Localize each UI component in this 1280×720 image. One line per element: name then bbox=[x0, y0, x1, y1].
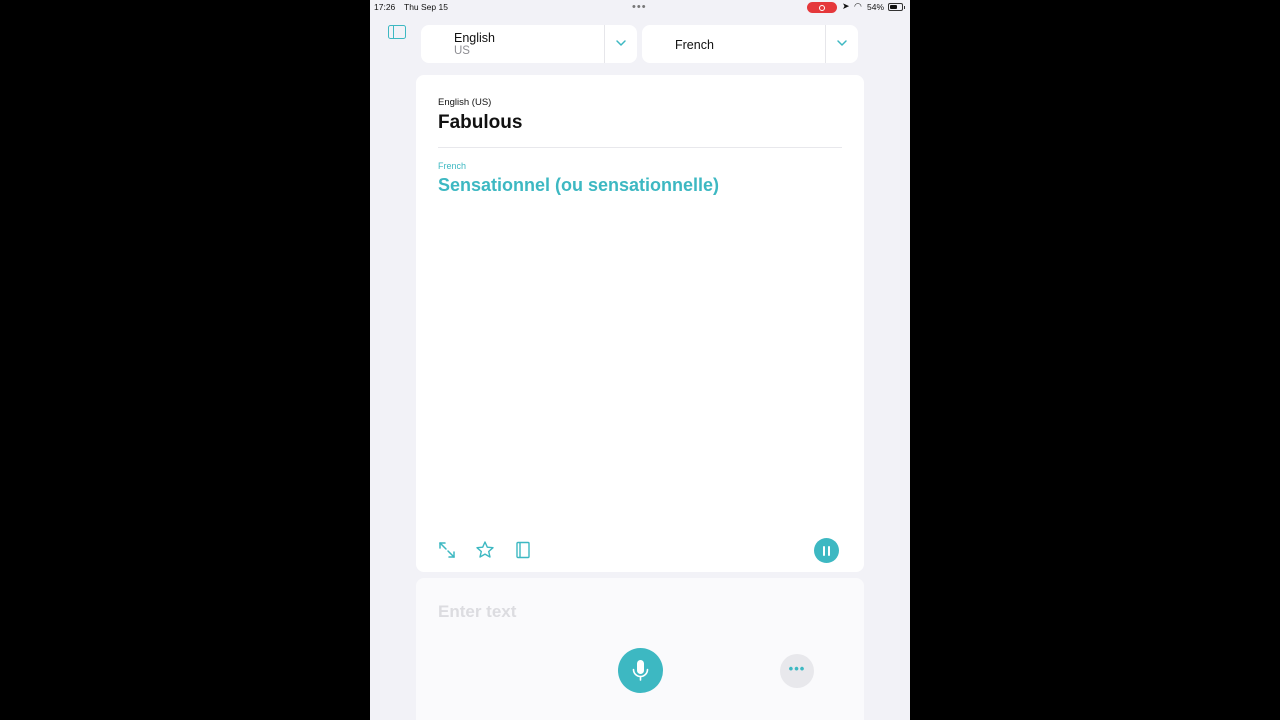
multitasking-dots-icon[interactable]: ••• bbox=[632, 2, 647, 13]
target-language-selector[interactable]: French bbox=[642, 25, 858, 63]
more-icon: ••• bbox=[788, 661, 806, 676]
translated-text-label: French bbox=[438, 161, 467, 171]
translation-card: English (US) Fabulous French Sensationne… bbox=[416, 75, 864, 572]
pause-button[interactable] bbox=[814, 538, 839, 563]
status-date: Thu Sep 15 bbox=[404, 2, 448, 12]
battery-percent: 54% bbox=[867, 2, 885, 12]
status-time: 17:26 bbox=[374, 2, 396, 12]
battery-icon bbox=[888, 3, 905, 11]
sidebar-toggle-icon[interactable] bbox=[388, 25, 406, 39]
chevron-down-icon[interactable] bbox=[836, 37, 848, 49]
app-window: 17:26 Thu Sep 15 ••• ➤ ◠ 54% English US … bbox=[370, 0, 910, 720]
screen-recording-icon bbox=[807, 2, 837, 13]
input-area[interactable]: Enter text ••• bbox=[416, 578, 864, 720]
source-language-name: English bbox=[454, 31, 495, 45]
source-language-selector[interactable]: English US bbox=[421, 25, 637, 63]
source-text: Fabulous bbox=[438, 112, 523, 133]
more-button[interactable]: ••• bbox=[780, 654, 814, 688]
divider bbox=[438, 147, 842, 148]
expand-icon[interactable] bbox=[437, 540, 457, 560]
selector-divider bbox=[825, 25, 826, 63]
selector-divider bbox=[604, 25, 605, 63]
microphone-button[interactable] bbox=[618, 648, 663, 693]
star-icon[interactable] bbox=[475, 540, 495, 560]
source-language-region: US bbox=[454, 45, 470, 57]
microphone-icon bbox=[632, 660, 649, 681]
book-icon[interactable] bbox=[513, 540, 533, 560]
wifi-icon: ◠ bbox=[854, 1, 862, 11]
translated-text: Sensationnel (ou sensationnelle) bbox=[438, 175, 720, 195]
chevron-down-icon[interactable] bbox=[615, 37, 627, 49]
status-bar: 17:26 Thu Sep 15 ••• ➤ ◠ 54% bbox=[370, 0, 910, 14]
target-language-name: French bbox=[675, 38, 714, 52]
source-text-label: English (US) bbox=[438, 97, 492, 108]
text-input-placeholder[interactable]: Enter text bbox=[438, 602, 516, 622]
location-icon: ➤ bbox=[842, 1, 850, 11]
